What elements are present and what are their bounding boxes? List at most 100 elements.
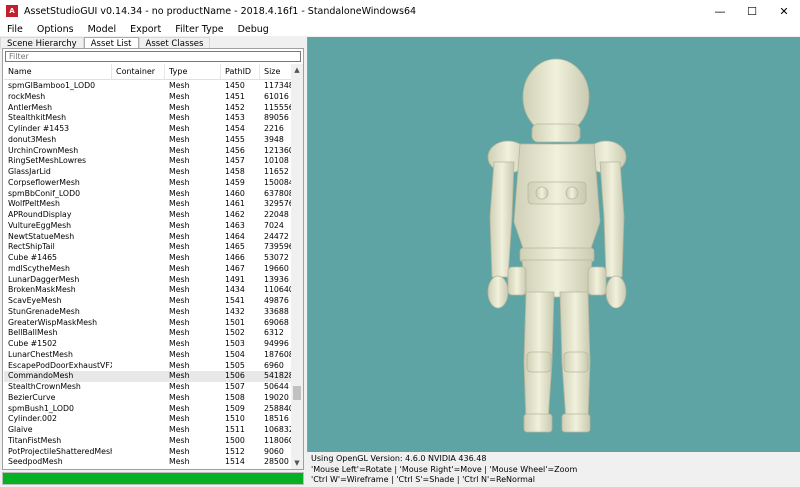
- cell-type: Mesh: [169, 231, 190, 241]
- cell-size: 18516: [264, 414, 289, 424]
- cell-size: 541828: [264, 371, 292, 381]
- table-row[interactable]: RectShipTail Mesh 1465 739596: [4, 242, 292, 253]
- table-row[interactable]: PotProjectileShatteredMesh_cell... Mesh 15…: [4, 447, 292, 458]
- table-row[interactable]: spmGlBamboo1_LOD0 Mesh 1450 117348: [4, 81, 292, 92]
- maximize-button[interactable]: ☐: [736, 0, 768, 22]
- cell-name: LunarDaggerMesh: [8, 274, 80, 284]
- table-row[interactable]: NewtStatueMesh Mesh 1464 24472: [4, 232, 292, 243]
- menu-file[interactable]: File: [0, 24, 30, 35]
- menu-model[interactable]: Model: [81, 24, 124, 35]
- menu-filter-type[interactable]: Filter Type: [168, 24, 230, 35]
- table-row[interactable]: BellBallMesh Mesh 1502 6312: [4, 328, 292, 339]
- table-row[interactable]: CommandoMesh Mesh 1506 541828: [4, 371, 292, 382]
- menu-options[interactable]: Options: [30, 24, 81, 35]
- scroll-down-icon[interactable]: ▼: [291, 457, 303, 469]
- table-row[interactable]: StunGrenadeMesh Mesh 1432 33688: [4, 307, 292, 318]
- cell-name: EscapePodDoorExhaustVFX: [8, 360, 112, 370]
- menu-debug[interactable]: Debug: [231, 24, 276, 35]
- table-row[interactable]: UrchinCrownMesh Mesh 1456 121360: [4, 146, 292, 157]
- cell-pathid: 1506: [225, 371, 245, 381]
- column-pathid[interactable]: PathID: [221, 64, 260, 80]
- cell-size: 28500: [264, 457, 289, 467]
- close-button[interactable]: ✕: [768, 0, 800, 22]
- table-row[interactable]: TitanFistMesh Mesh 1500 118060: [4, 436, 292, 447]
- cell-pathid: 1458: [225, 167, 245, 176]
- column-size[interactable]: Size: [260, 64, 292, 80]
- column-name[interactable]: Name: [4, 64, 112, 80]
- cell-size: 118060: [264, 435, 292, 445]
- cell-type: Mesh: [169, 220, 190, 230]
- cell-size: 6312: [264, 328, 284, 338]
- cell-type: Mesh: [169, 317, 190, 327]
- table-row[interactable]: GlassJarLid Mesh 1458 11652: [4, 167, 292, 178]
- table-row[interactable]: APRoundDisplay Mesh 1462 22048: [4, 210, 292, 221]
- cell-size: 49876: [264, 296, 289, 305]
- cell-name: Cube #1465: [8, 253, 57, 262]
- cell-pathid: 1512: [225, 446, 245, 456]
- menu-export[interactable]: Export: [123, 24, 168, 35]
- column-container[interactable]: Container: [112, 64, 165, 80]
- scroll-up-icon[interactable]: ▲: [291, 64, 303, 76]
- table-row[interactable]: CorpseflowerMesh Mesh 1459 150084: [4, 178, 292, 189]
- cell-name: AntlerMesh: [8, 102, 53, 112]
- window-title: AssetStudioGUI v0.14.34 - no productName…: [24, 5, 417, 17]
- cell-size: 11652: [264, 167, 289, 176]
- cell-size: 10108: [264, 156, 289, 166]
- minimize-button[interactable]: —: [704, 0, 736, 22]
- table-row[interactable]: Glaive Mesh 1511 106832: [4, 425, 292, 436]
- cell-type: Mesh: [169, 263, 190, 273]
- table-row[interactable]: EscapePodDoorExhaustVFX Mesh 1505 6960: [4, 361, 292, 372]
- table-row[interactable]: BezierCurve Mesh 1508 19020: [4, 393, 292, 404]
- cell-pathid: 1465: [225, 242, 245, 252]
- cell-pathid: 1504: [225, 349, 245, 359]
- scrollbar-thumb[interactable]: [293, 386, 301, 400]
- cell-pathid: 1461: [225, 199, 245, 209]
- table-row[interactable]: LunarDaggerMesh Mesh 1491 13936: [4, 275, 292, 286]
- table-row[interactable]: mdlScytheMesh Mesh 1467 19660: [4, 264, 292, 275]
- cell-size: 150084: [264, 177, 292, 187]
- table-row[interactable]: Cylinder #1453 Mesh 1454 2216: [4, 124, 292, 135]
- cell-name: Cylinder.002: [8, 414, 57, 424]
- column-type[interactable]: Type: [165, 64, 221, 80]
- cell-name: spmBush1_LOD0: [8, 403, 74, 413]
- table-row[interactable]: Cylinder.002 Mesh 1510 18516: [4, 414, 292, 425]
- table-row[interactable]: VultureEggMesh Mesh 1463 7024: [4, 221, 292, 232]
- cell-type: Mesh: [169, 145, 190, 155]
- table-row[interactable]: StealthkitMesh Mesh 1453 89056: [4, 113, 292, 124]
- table-row[interactable]: AntlerMesh Mesh 1452 115556: [4, 103, 292, 114]
- table-row[interactable]: LunarChestMesh Mesh 1504 187608: [4, 350, 292, 361]
- asset-list-rows: spmGlBamboo1_LOD0 Mesh 1450 117348 rockMesh M…: [4, 81, 292, 467]
- table-row[interactable]: rockMesh Mesh 1451 61016: [4, 92, 292, 103]
- cell-size: 61016: [264, 91, 289, 101]
- table-row[interactable]: Cube #1502 Mesh 1503 94996: [4, 339, 292, 350]
- cell-name: spmBbConif_LOD0: [8, 188, 81, 198]
- table-row[interactable]: RingSetMeshLowres Mesh 1457 10108: [4, 156, 292, 167]
- table-row[interactable]: WolfPeltMesh Mesh 1461 329576: [4, 199, 292, 210]
- cell-pathid: 1434: [225, 285, 245, 295]
- table-row[interactable]: spmBbConif_LOD0 Mesh 1460 637808: [4, 189, 292, 200]
- cell-pathid: 1511: [225, 425, 245, 434]
- vertical-scrollbar[interactable]: ▲ ▼: [291, 64, 303, 469]
- model-preview-viewport[interactable]: [307, 37, 800, 452]
- cell-name: CommandoMesh: [8, 371, 74, 381]
- table-row[interactable]: spmBush1_LOD0 Mesh 1509 258840: [4, 404, 292, 415]
- status-mouse-help: 'Mouse Left'=Rotate | 'Mouse Right'=Move…: [311, 464, 578, 474]
- cell-size: 258840: [264, 403, 292, 413]
- table-row[interactable]: StealthCrownMesh Mesh 1507 50644: [4, 382, 292, 393]
- table-row[interactable]: GreaterWispMaskMesh Mesh 1501 69068: [4, 318, 292, 329]
- table-row[interactable]: BrokenMaskMesh Mesh 1434 110640: [4, 285, 292, 296]
- table-row[interactable]: SeedpodMesh Mesh 1514 28500: [4, 457, 292, 467]
- cell-pathid: 1466: [225, 253, 245, 262]
- cell-pathid: 1500: [225, 435, 245, 445]
- filter-input[interactable]: [5, 51, 301, 62]
- cell-type: Mesh: [169, 371, 190, 381]
- cell-type: Mesh: [169, 113, 190, 123]
- cell-size: 2216: [264, 124, 284, 133]
- table-row[interactable]: ScavEyeMesh Mesh 1541 49876: [4, 296, 292, 307]
- cell-type: Mesh: [169, 134, 190, 144]
- cell-pathid: 1505: [225, 360, 245, 370]
- table-row[interactable]: donut3Mesh Mesh 1455 3948: [4, 135, 292, 146]
- cell-pathid: 1450: [225, 81, 245, 90]
- cell-pathid: 1502: [225, 328, 245, 338]
- table-row[interactable]: Cube #1465 Mesh 1466 53072: [4, 253, 292, 264]
